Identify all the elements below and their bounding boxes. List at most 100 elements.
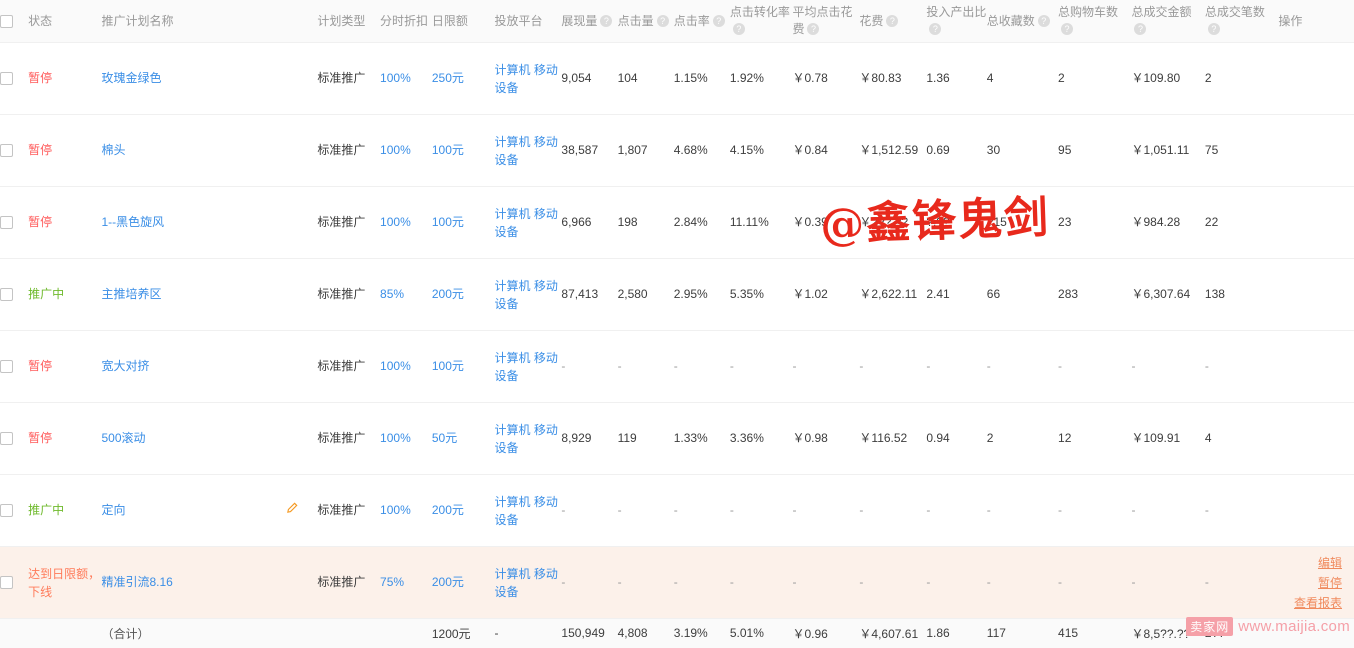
hourly-discount-link-value[interactable]: 100% — [380, 215, 411, 229]
pencil-icon[interactable] — [285, 501, 298, 515]
col-header-impressions[interactable]: 展现量? — [561, 0, 618, 43]
help-icon[interactable]: ? — [656, 14, 669, 27]
row-select-checkbox[interactable] — [0, 576, 13, 590]
row-select-checkbox[interactable] — [0, 72, 13, 86]
row-select-checkbox[interactable] — [0, 216, 13, 230]
header-row: 状态 推广计划名称 计划类型 分时折扣 日限额 投放平台 展现量? 点击量? 点… — [0, 0, 1354, 43]
help-icon[interactable]: ? — [807, 23, 820, 35]
daily-budget-link-value[interactable]: 100元 — [432, 215, 464, 229]
help-icon[interactable]: ? — [712, 14, 725, 27]
col-header-cvr[interactable]: 点击转化率? — [729, 0, 793, 43]
platform-link-value[interactable]: 计算机 移动设备 — [494, 63, 557, 95]
col-header-ctr[interactable]: 点击率? — [673, 0, 730, 43]
hourly-discount-link-value[interactable]: 100% — [380, 359, 411, 373]
daily-budget-link-value[interactable]: 250元 — [432, 71, 464, 85]
row-ops-cell — [1278, 474, 1354, 547]
col-header-clicks[interactable]: 点击量? — [617, 0, 674, 43]
help-icon[interactable]: ? — [1207, 23, 1220, 35]
hourly-discount-link-value[interactable]: 100% — [380, 143, 411, 157]
help-icon[interactable]: ? — [1061, 23, 1074, 35]
hourly-discount-link-value[interactable]: 100% — [380, 71, 411, 85]
col-header-roi[interactable]: 投入产出比? — [926, 0, 987, 43]
platform-link-value[interactable]: 计算机 移动设备 — [494, 423, 557, 455]
col-header-type[interactable]: 计划类型 — [317, 0, 381, 43]
favorites-value: ?15 — [986, 186, 1059, 259]
daily-budget-link-value[interactable]: 100元 — [432, 359, 464, 373]
hourly-discount-link-value[interactable]: 85% — [380, 287, 404, 301]
table-row: 推广中 主推培养区 标准推广 85% 200元 计算机 移动设备 87,413 2,580 2.… — [0, 258, 1354, 331]
col-header-carts[interactable]: 总购物车数? — [1058, 0, 1132, 43]
cpc-value: ￥0.84 — [792, 114, 860, 187]
daily-budget-link-value[interactable]: 100元 — [432, 143, 464, 157]
help-icon[interactable]: ? — [732, 23, 745, 35]
clicks-value: 198 — [617, 186, 674, 259]
edit-name-cell — [285, 114, 318, 187]
platform-link-value[interactable]: 计算机 移动设备 — [494, 351, 557, 383]
select-all-header — [0, 0, 29, 43]
row-select-checkbox[interactable] — [0, 504, 13, 518]
platform-link-value[interactable]: 计算机 移动设备 — [494, 207, 557, 239]
roi-value: 0.69 — [926, 114, 987, 187]
plan-name-link-value[interactable]: 精准引流8.16 — [101, 575, 172, 589]
col-header-orders[interactable]: 总成交笔数? — [1204, 0, 1279, 43]
row-select-checkbox[interactable] — [0, 360, 13, 374]
col-header-platform[interactable]: 投放平台 — [494, 0, 562, 43]
platform-link-value[interactable]: 计算机 移动设备 — [494, 567, 557, 599]
platform-link: 计算机 移动设备 — [494, 186, 562, 259]
daily-budget-link-value[interactable]: 200元 — [432, 575, 464, 589]
col-header-discount[interactable]: 分时折扣 — [380, 0, 432, 43]
plan-name-link-value[interactable]: 主推培养区 — [101, 287, 161, 301]
help-icon[interactable]: ? — [886, 14, 899, 27]
cpc-value-value: ￥0.98 — [792, 431, 828, 445]
op-link[interactable]: 查看报表 — [1278, 593, 1342, 613]
help-icon[interactable]: ? — [1037, 14, 1050, 27]
col-header-budget[interactable]: 日限额 — [431, 0, 495, 43]
row-select-checkbox[interactable] — [0, 144, 13, 158]
total-row: （合计） 1200元 - 150,949 4,808 3.19% 5.01% ￥… — [0, 618, 1354, 648]
col-header-name[interactable]: 推广计划名称 — [101, 0, 286, 43]
op-link[interactable]: 暂停 — [1278, 573, 1342, 593]
platform-link-value[interactable]: 计算机 移动设备 — [494, 135, 557, 167]
plan-name-link-value[interactable]: 棉头 — [101, 143, 125, 157]
select-all-checkbox[interactable] — [0, 14, 13, 28]
impressions-value: 38,587 — [561, 114, 618, 187]
plan-name-link-value[interactable]: 玫瑰金绿色 — [101, 71, 161, 85]
platform-link-value[interactable]: 计算机 移动设备 — [494, 495, 557, 527]
row-select-checkbox[interactable] — [0, 288, 13, 302]
col-header-amount[interactable]: 总成交金额? — [1131, 0, 1205, 43]
plan-name-link-value[interactable]: 宽大对挤 — [101, 359, 149, 373]
plan-name-link-value[interactable]: 定向 — [101, 503, 125, 517]
op-link[interactable]: 编辑 — [1278, 553, 1342, 573]
hourly-discount-link-value[interactable]: 100% — [380, 503, 411, 517]
col-header-cpc[interactable]: 平均点击花费? — [792, 0, 860, 43]
plan-name-link-value[interactable]: 1--黑色旋风 — [101, 215, 164, 229]
impressions-value: 87,413 — [561, 258, 618, 331]
edit-name-cell — [285, 402, 318, 475]
cost-value: ￥2??.?? — [859, 186, 927, 259]
col-label-ops: 操作 — [1278, 13, 1303, 28]
plan-type-value: 标准推广 — [317, 287, 366, 301]
row-select-checkbox[interactable] — [0, 432, 13, 446]
col-header-favorites[interactable]: 总收藏数? — [986, 0, 1059, 43]
plan-name-link-value[interactable]: 500滚动 — [101, 431, 145, 445]
daily-budget-link-value[interactable]: 50元 — [432, 431, 457, 445]
col-label-cpc: 平均点击花费 — [792, 5, 853, 36]
daily-budget-link-value[interactable]: 200元 — [432, 503, 464, 517]
help-icon[interactable]: ? — [600, 14, 613, 27]
col-header-status[interactable]: 状态 — [28, 0, 102, 43]
amount-value: ￥109.91 — [1131, 402, 1205, 475]
col-header-cost[interactable]: 花费? — [859, 0, 927, 43]
clicks-value-value: 198 — [617, 215, 638, 229]
hourly-discount-link-value[interactable]: 100% — [380, 431, 411, 445]
daily-budget-link-value[interactable]: 200元 — [432, 287, 464, 301]
hourly-discount-link-value[interactable]: 75% — [380, 575, 404, 589]
platform-link-value[interactable]: 计算机 移动设备 — [494, 279, 557, 311]
plan-name-link: 棉头 — [101, 114, 286, 187]
plan-type-value: 标准推广 — [317, 143, 366, 157]
row-ops-cell — [1278, 402, 1354, 475]
cpc-value: ￥0.78 — [792, 42, 860, 115]
plan-name-link: 宽大对挤 — [101, 330, 286, 403]
help-icon[interactable]: ? — [929, 23, 942, 35]
help-icon[interactable]: ? — [1134, 23, 1147, 35]
ctr-value-value: 1.15% — [673, 71, 708, 85]
